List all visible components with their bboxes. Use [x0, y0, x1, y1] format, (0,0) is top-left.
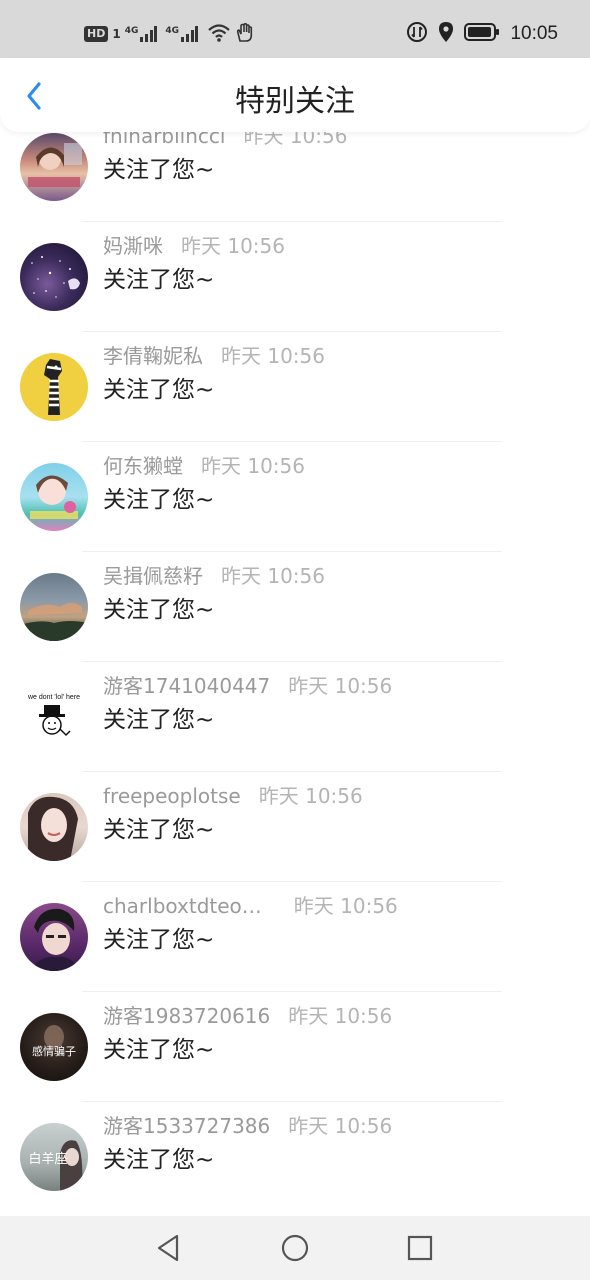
list-item[interactable]: freepeoplotse 昨天 10:56 关注了您~	[0, 760, 590, 870]
network-type-label: 4G	[124, 26, 139, 36]
list-item[interactable]: charlboxtdteo… 昨天 10:56 关注了您~	[0, 870, 590, 980]
follow-time: 昨天 10:56	[221, 564, 325, 588]
avatar[interactable]	[20, 573, 88, 641]
user-name-row: 李倩鞠妮私 昨天 10:56	[103, 340, 325, 369]
avatar[interactable]	[20, 793, 88, 861]
avatar[interactable]	[20, 133, 88, 201]
nav-back-button[interactable]	[148, 1228, 188, 1268]
follow-message: 关注了您~	[103, 707, 215, 733]
follow-time: 昨天 10:56	[201, 454, 305, 478]
nav-home-button[interactable]	[275, 1228, 315, 1268]
user-name[interactable]: 妈澌咪	[103, 234, 163, 258]
battery-icon	[464, 22, 500, 46]
data-saver-icon	[406, 21, 428, 47]
follow-message: 关注了您~	[103, 817, 215, 843]
follow-message: 关注了您~	[103, 487, 215, 513]
location-icon	[438, 21, 454, 47]
user-name-row: 游客1533727386 昨天 10:56	[103, 1110, 392, 1139]
status-left-icons: HD 1 4G 4G	[84, 22, 254, 46]
hd-badge: HD	[84, 26, 109, 42]
follow-time: 昨天 10:56	[293, 894, 398, 918]
wifi-icon	[208, 23, 230, 45]
user-name[interactable]: charlboxtdteo…	[103, 894, 262, 918]
avatar[interactable]	[20, 353, 88, 421]
user-name[interactable]: freepeoplotse	[103, 784, 241, 808]
list-item[interactable]: 白羊座 游客1533727386 昨天 10:56 关注了您~	[0, 1090, 590, 1200]
user-name-row: 游客1741040447 昨天 10:56	[103, 670, 392, 699]
follow-time: 昨天 10:56	[221, 344, 325, 368]
follow-time: 昨天 10:56	[181, 234, 285, 258]
follow-message: 关注了您~	[103, 1147, 215, 1173]
list-item[interactable]: fninarblincci 昨天 10:56 关注了您~	[0, 132, 590, 210]
user-name[interactable]: fninarblincci	[103, 132, 225, 148]
user-name[interactable]: 游客1533727386	[103, 1114, 270, 1138]
list-item[interactable]: 妈澌咪 昨天 10:56 关注了您~	[0, 210, 590, 320]
user-name[interactable]: 游客1741040447	[103, 674, 270, 698]
network-type-label: 4G	[165, 26, 180, 36]
follow-time: 昨天 10:56	[288, 674, 393, 698]
user-name[interactable]: 游客1983720616	[103, 1004, 270, 1028]
avatar[interactable]	[20, 243, 88, 311]
user-name[interactable]: 吴揖佩慈籽	[103, 564, 203, 588]
circle-home-icon	[281, 1234, 309, 1262]
sim-1-label: 1	[112, 27, 121, 41]
user-name-row: 吴揖佩慈籽 昨天 10:56	[103, 560, 325, 589]
list-item[interactable]: 感情骗子 游客1983720616 昨天 10:56 关注了您~	[0, 980, 590, 1090]
triangle-back-icon	[157, 1234, 179, 1262]
avatar[interactable]	[20, 463, 88, 531]
user-name-row: 游客1983720616 昨天 10:56	[103, 1000, 392, 1029]
list-item[interactable]: we dont 'lol' here 游客1741040447 昨天 10:56 …	[0, 650, 590, 760]
avatar-caption: 感情骗子	[32, 1044, 76, 1058]
user-name[interactable]: 何东獭螳	[103, 454, 183, 478]
follow-message: 关注了您~	[103, 157, 215, 183]
hand-icon	[234, 22, 254, 46]
user-name-row: fninarblincci 昨天 10:56	[103, 132, 347, 149]
follow-time: 昨天 10:56	[288, 1004, 393, 1028]
avatar-caption: we dont 'lol' here	[27, 694, 80, 701]
signal-icon-1: 4G	[125, 26, 158, 42]
follow-list[interactable]: fninarblincci 昨天 10:56 关注了您~ 妈澌咪 昨天 10:56 …	[0, 132, 590, 1216]
user-name-row: freepeoplotse 昨天 10:56	[103, 780, 363, 809]
avatar[interactable]: 白羊座	[20, 1123, 88, 1191]
system-nav-bar	[0, 1216, 590, 1280]
follow-time: 昨天 10:56	[288, 1114, 393, 1138]
user-name-row: 妈澌咪 昨天 10:56	[103, 230, 285, 259]
user-name-row: 何东獭螳 昨天 10:56	[103, 450, 305, 479]
follow-message: 关注了您~	[103, 377, 215, 403]
user-name[interactable]: 李倩鞠妮私	[103, 344, 203, 368]
signal-icon-2: 4G	[165, 26, 199, 42]
follow-time: 昨天 10:56	[258, 784, 363, 808]
follow-message: 关注了您~	[103, 927, 215, 953]
avatar[interactable]: 感情骗子	[20, 1013, 88, 1081]
page-title: 特别关注	[235, 84, 355, 119]
follow-message: 关注了您~	[103, 597, 215, 623]
avatar-caption: 白羊座	[28, 1151, 67, 1167]
list-item[interactable]: 李倩鞠妮私 昨天 10:56 关注了您~	[0, 320, 590, 430]
follow-message: 关注了您~	[103, 267, 215, 293]
status-right-icons: 10:05	[406, 20, 558, 48]
follow-time: 昨天 10:56	[243, 132, 348, 148]
follow-message: 关注了您~	[103, 1037, 215, 1063]
status-time: 10:05	[510, 23, 558, 44]
square-recent-icon	[407, 1235, 433, 1261]
avatar[interactable]	[20, 903, 88, 971]
list-item[interactable]: 何东獭螳 昨天 10:56 关注了您~	[0, 430, 590, 540]
avatar[interactable]: we dont 'lol' here	[20, 683, 88, 751]
nav-recent-button[interactable]	[400, 1228, 440, 1268]
list-item[interactable]: 吴揖佩慈籽 昨天 10:56 关注了您~	[0, 540, 590, 650]
app-header: 特别关注	[0, 58, 590, 132]
user-name-row: charlboxtdteo… 昨天 10:56	[103, 890, 398, 919]
